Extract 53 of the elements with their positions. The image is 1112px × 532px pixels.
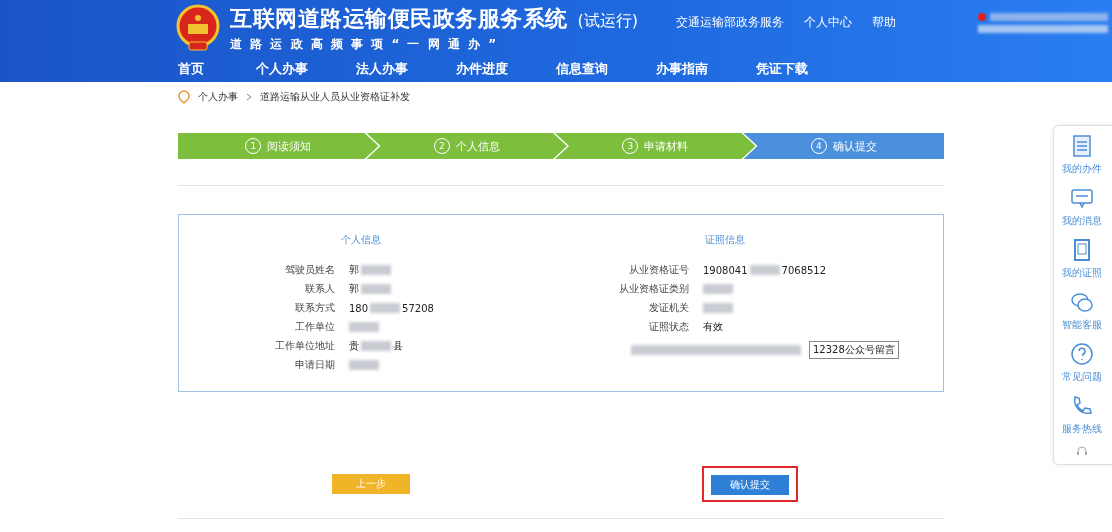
field-value: 郭 [349, 282, 359, 296]
note-label: 12328公众号留言 [809, 341, 899, 359]
field-label: 证照状态 [648, 320, 689, 334]
chat-icon [1070, 290, 1094, 314]
alert-icon [978, 13, 986, 21]
field-value: 57208 [402, 302, 434, 314]
breadcrumb-link[interactable]: 个人办事 [198, 90, 238, 104]
chevron-icon [246, 93, 252, 101]
sidebar-link[interactable]: 我的证照 [1062, 266, 1102, 280]
location-icon [178, 90, 190, 104]
site-title: 互联网道路运输便民政务服务系统 [230, 4, 568, 33]
field-label: 工作单位 [294, 320, 335, 334]
breadcrumb-link[interactable]: 道路运输从业人员从业资格证补发 [260, 90, 410, 104]
trial-label: (试运行) [577, 10, 638, 32]
field-value: 有效 [703, 320, 723, 334]
nav-tab[interactable]: 首页 [178, 60, 256, 78]
section-heading: 证照信息 [705, 233, 746, 247]
question-icon [1070, 342, 1094, 366]
field-value: 180 [349, 302, 369, 314]
field-value: 贵 [349, 339, 359, 353]
nav-tab[interactable]: 办事指南 [656, 60, 756, 78]
field-value: 1908041 [703, 264, 748, 276]
sidebar-link[interactable]: 我的消息 [1062, 214, 1102, 228]
sidebar-link[interactable]: 我的办件 [1062, 162, 1102, 176]
field-label: 联系方式 [294, 301, 335, 315]
nav-tab[interactable]: 办件进度 [456, 60, 556, 78]
field-value: 县 [393, 339, 403, 353]
sidebar-link[interactable]: 智能客服 [1062, 318, 1102, 332]
field-label: 从业资格证类别 [618, 282, 689, 296]
header-link[interactable]: 交通运输部政务服务 [676, 13, 784, 31]
nav-tab[interactable]: 信息查询 [556, 60, 656, 78]
emblem-icon [176, 4, 220, 52]
field-label: 发证机关 [648, 301, 689, 315]
field-value: 郭 [349, 263, 359, 277]
nav-tab[interactable]: 法人办事 [356, 60, 456, 78]
header-link[interactable]: 帮助 [872, 13, 896, 31]
headset-icon [1077, 446, 1087, 456]
field-label: 联系人 [304, 282, 335, 296]
field-label: 工作单位地址 [274, 339, 335, 353]
sidebar-link[interactable]: 常见问题 [1062, 370, 1102, 384]
message-icon [1070, 186, 1094, 210]
sidebar-link[interactable]: 服务热线 [1062, 422, 1102, 436]
section-heading: 个人信息 [341, 233, 382, 247]
field-value: 7068512 [781, 264, 827, 276]
field-label: 从业资格证号 [628, 263, 689, 277]
field-label: 申请日期 [294, 358, 335, 372]
site-slogan: 道 路 运 政 高 频 事 项 “ 一 网 通 办 ” [230, 35, 500, 53]
nav-tab[interactable]: 凭证下载 [756, 60, 856, 78]
document-icon [1070, 134, 1094, 158]
field-label: 驾驶员姓名 [284, 263, 335, 277]
header-link[interactable]: 个人中心 [804, 13, 852, 31]
nav-tab[interactable]: 个人办事 [256, 60, 356, 78]
submit-button[interactable]: 确认提交 [711, 475, 789, 495]
